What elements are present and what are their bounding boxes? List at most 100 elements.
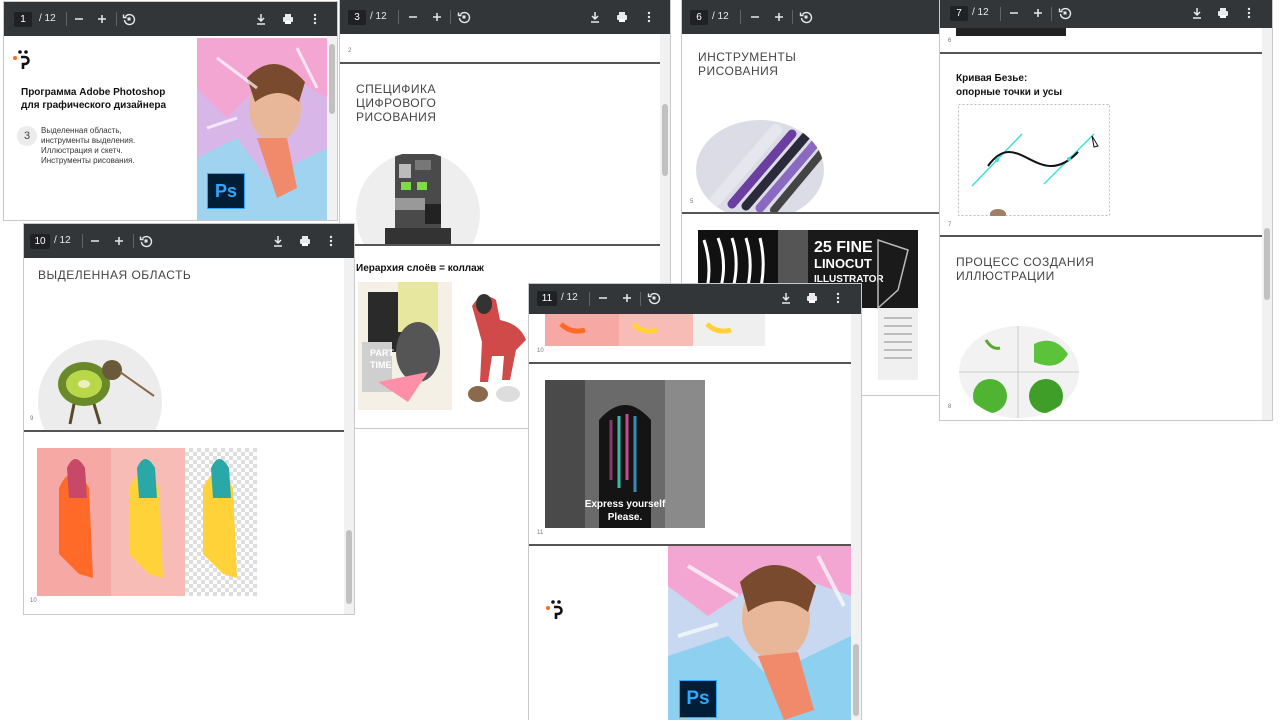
rotate-icon[interactable] [120, 10, 138, 28]
page-number-input[interactable]: 10 [30, 234, 50, 249]
toolbar-divider [398, 10, 399, 24]
scrollbar[interactable] [851, 314, 861, 720]
lesson-description: Выделенная область, инструменты выделени… [41, 126, 135, 166]
scrollbar-thumb[interactable] [1264, 228, 1270, 300]
page-total: / 12 [370, 11, 387, 22]
page-number-label: 2 [348, 48, 352, 54]
pdf-toolbar: 7 / 12 [940, 0, 1272, 28]
course-title-line2: для графического дизайнера [21, 100, 167, 111]
page-divider [24, 430, 344, 432]
page-total: / 12 [561, 292, 578, 303]
page-total: / 12 [972, 7, 989, 18]
slide-title: СПЕЦИФИКА ЦИФРОВОГО РИСОВАНИЯ [356, 82, 436, 124]
more-options-icon[interactable] [306, 10, 324, 28]
toolbar-divider [740, 10, 741, 24]
page-divider [682, 212, 954, 214]
rotate-icon[interactable] [1056, 4, 1074, 22]
zoom-out-icon[interactable] [404, 8, 422, 26]
linocut-title-line1: 25 FINE [814, 239, 873, 256]
toolbar-divider [1051, 7, 1052, 21]
page-divider [940, 52, 1262, 54]
page-number-input[interactable]: 6 [690, 10, 708, 25]
slide-title: ПРОЦЕСС СОЗДАНИЯ ИЛЛЮСТРАЦИИ [956, 255, 1094, 283]
express-caption: Express yourself Please. [545, 498, 705, 524]
toolbar-divider [792, 10, 793, 24]
collage-text-part: PART [370, 348, 394, 358]
title-line: РИСОВАНИЯ [698, 64, 779, 78]
scrollbar-thumb[interactable] [329, 44, 335, 114]
photoshop-logo-icon: Ps [207, 173, 245, 209]
heading-line: Кривая Безье: [956, 73, 1028, 84]
toolbar-divider [640, 292, 641, 306]
digital-portrait-image [356, 154, 480, 244]
print-icon[interactable] [613, 8, 631, 26]
page-divider [940, 235, 1262, 237]
page-divider [340, 244, 660, 246]
lesson-desc-line: Выделенная область, [41, 126, 122, 135]
page-divider [529, 362, 851, 364]
more-options-icon[interactable] [640, 8, 658, 26]
zoom-in-icon[interactable] [110, 232, 128, 250]
lesson-desc-line: Иллюстрация и скетч. [41, 146, 123, 155]
print-icon[interactable] [296, 232, 314, 250]
pdf-toolbar: 3 / 12 [340, 0, 670, 34]
pdf-viewer-window-page11: 11 / 12 10 Express yourself Please. 11 P… [529, 284, 861, 720]
title-line: СПЕЦИФИКА [356, 82, 437, 96]
toolbar-divider [589, 292, 590, 306]
zoom-out-icon[interactable] [746, 8, 764, 26]
more-options-icon[interactable] [829, 289, 847, 307]
page-number-input[interactable]: 7 [950, 6, 968, 21]
print-icon[interactable] [279, 10, 297, 28]
rotate-icon[interactable] [455, 8, 473, 26]
page-number-input[interactable]: 3 [348, 10, 366, 25]
caption-line: Please. [607, 512, 643, 523]
zoom-out-icon[interactable] [70, 10, 88, 28]
page-number-label: 10 [537, 348, 544, 354]
title-line: ИЛЛЮСТРАЦИИ [956, 269, 1055, 283]
zoom-in-icon[interactable] [93, 10, 111, 28]
school-logo-icon [13, 50, 30, 69]
more-options-icon[interactable] [1240, 4, 1258, 22]
download-icon[interactable] [269, 232, 287, 250]
rotate-icon[interactable] [137, 232, 155, 250]
slide-title: Программа Adobe Photoshop для графическо… [4, 38, 327, 220]
download-icon[interactable] [586, 8, 604, 26]
zoom-out-icon[interactable] [86, 232, 104, 250]
download-icon[interactable] [1188, 4, 1206, 22]
page-number-input[interactable]: 1 [14, 12, 32, 27]
course-title-line1: Программа Adobe Photoshop [21, 87, 166, 98]
school-logo-icon [546, 600, 563, 619]
rotate-icon[interactable] [797, 8, 815, 26]
previous-slide-strip [956, 28, 1066, 36]
print-icon[interactable] [1214, 4, 1232, 22]
page-total: / 12 [712, 11, 729, 22]
zoom-out-icon[interactable] [594, 289, 612, 307]
scrollbar[interactable] [1262, 28, 1272, 420]
pdf-toolbar: 10 / 12 [24, 224, 354, 258]
scrollbar-thumb[interactable] [662, 104, 668, 176]
slide-heading: Кривая Безье: опорные точки и усы [956, 72, 1062, 100]
rotate-icon[interactable] [645, 289, 663, 307]
bezier-curve-diagram [958, 104, 1110, 216]
lesson-number-badge: 3 [17, 126, 37, 146]
download-icon[interactable] [252, 10, 270, 28]
page-number-label: 11 [537, 530, 544, 536]
scrollbar[interactable] [327, 36, 337, 220]
zoom-in-icon[interactable] [428, 8, 446, 26]
scrollbar-thumb[interactable] [346, 530, 352, 604]
zoom-out-icon[interactable] [1005, 4, 1023, 22]
apple-process-image [959, 326, 1079, 418]
pdf-viewer-window-page10: 10 / 12 ВЫДЕЛЕННАЯ ОБЛАСТЬ 9 10 [24, 224, 354, 614]
scrollbar-thumb[interactable] [853, 644, 859, 716]
page-number-label: 6 [948, 38, 952, 44]
page-number-input[interactable]: 11 [537, 291, 557, 306]
page-number-label: 7 [948, 222, 952, 228]
print-icon[interactable] [803, 289, 821, 307]
zoom-in-icon[interactable] [618, 289, 636, 307]
zoom-in-icon[interactable] [1029, 4, 1047, 22]
scrollbar[interactable] [344, 258, 354, 614]
zoom-in-icon[interactable] [770, 8, 788, 26]
download-icon[interactable] [777, 289, 795, 307]
lesson-number: 3 [23, 130, 31, 142]
more-options-icon[interactable] [322, 232, 340, 250]
